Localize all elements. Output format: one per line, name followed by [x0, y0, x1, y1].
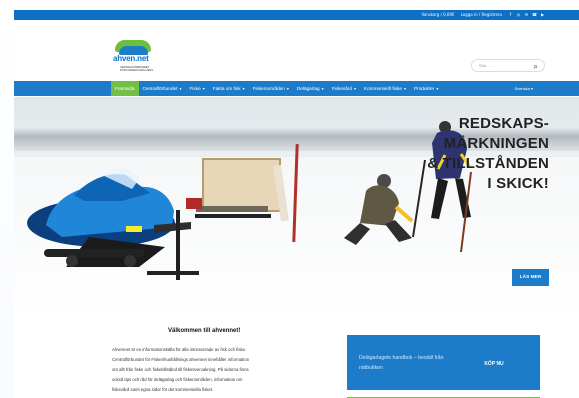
- chevron-down-icon: ▾: [286, 86, 289, 91]
- intro-line-4: också tips och råd för delägarlag och fi…: [112, 377, 243, 382]
- nav-item-label: Fakta om fisk: [212, 86, 241, 91]
- phone-icon[interactable]: ☎: [532, 12, 537, 17]
- nav-item-label: Kommersiellt fiske: [363, 86, 402, 91]
- nav-item-label: Delägarlag: [296, 86, 320, 91]
- nav-item-fakta-om-fisk[interactable]: Fakta om fisk ▾: [209, 81, 249, 96]
- instagram-icon[interactable]: ◎: [516, 12, 521, 17]
- language-selector[interactable]: Svenska ▾: [515, 86, 533, 91]
- nav-item-label: Fiskevård: [331, 86, 352, 91]
- nav-item-label: Fiske: [189, 86, 201, 91]
- nav-item-fiskeriområden[interactable]: Fiskeriområden ▾: [249, 81, 293, 96]
- account-link[interactable]: Logga in / Registrera: [461, 12, 502, 17]
- nav-items: Framsida Centralförbundet ▾ Fiske ▾ Fakta om …: [111, 81, 442, 96]
- hero-headline: REDSKAPS- MÄRKNINGEN & TILLSTÅNDEN I SKI…: [417, 114, 549, 194]
- fisherman-kneeling: [344, 174, 414, 245]
- facebook-icon[interactable]: f: [508, 12, 513, 17]
- nav-item-fiskevård[interactable]: Fiskevård ▾: [328, 81, 360, 96]
- nav-item-label: Centralförbundet: [142, 86, 178, 91]
- intro-line-3: om allt från fiske och fiskeitillstånd t…: [112, 367, 249, 372]
- intro-line-5: fiskevård samt egna sidor för det kommer…: [112, 387, 214, 392]
- search-icon[interactable]: ⌕: [534, 61, 538, 72]
- promo-box: Delägarlagets handbok – beställ från nät…: [347, 335, 540, 390]
- hero-headline-line-2: MÄRKNINGEN: [443, 135, 549, 152]
- welcome-title: Välkommen till ahvennet!: [168, 328, 241, 334]
- intro-text: Ahvennet är en informationskälla för all…: [112, 345, 314, 395]
- nav-item-label: Produkter: [414, 86, 435, 91]
- nav-item-delägarlag[interactable]: Delägarlag ▾: [293, 81, 328, 96]
- top-bar: Varukorg / 0,00€ Logga in / Registrera f…: [14, 10, 579, 20]
- intro-line-2: Centralförbundet för Fiskerihushållnings…: [112, 357, 250, 362]
- cart-link[interactable]: Varukorg / 0,00€: [421, 12, 454, 17]
- site-header: ahven.net CENTRALFÖRBUNDET FÖR FISKEHUSH…: [14, 20, 579, 81]
- hero-headline-line-3: & TILLSTÅNDEN: [427, 155, 549, 172]
- social-links: f ◎ ✉ ☎ ▶: [508, 12, 545, 17]
- search-placeholder: Sök...: [479, 63, 490, 68]
- snowmobile-illustration: [27, 168, 199, 280]
- hero-headline-line-4: I SKICK!: [487, 175, 549, 192]
- chevron-down-icon: ▾: [353, 86, 356, 91]
- chevron-down-icon: ▾: [202, 86, 205, 91]
- hero-headline-line-1: REDSKAPS-: [458, 115, 549, 132]
- youtube-icon[interactable]: ▶: [540, 12, 545, 17]
- nav-item-kommersiellt-fiske[interactable]: Kommersiellt fiske ▾: [360, 81, 410, 96]
- website-frame: Varukorg / 0,00€ Logga in / Registrera f…: [14, 10, 579, 398]
- promo-text: Delägarlagets handbok – beställ från nät…: [359, 355, 444, 371]
- nav-item-produkter[interactable]: Produkter ▾: [410, 81, 442, 96]
- read-more-button[interactable]: LÄS MER: [512, 269, 549, 286]
- nav-item-centralförbundet[interactable]: Centralförbundet ▾: [139, 81, 186, 96]
- hero-banner: REDSKAPS- MÄRKNINGEN & TILLSTÅNDEN I SKI…: [14, 97, 579, 309]
- intro-line-1: Ahvennet är en informationskälla för all…: [112, 347, 247, 352]
- main-navigation: Framsida Centralförbundet ▾ Fiske ▾ Fakta om …: [14, 81, 579, 96]
- page: Varukorg / 0,00€ Logga in / Registrera f…: [0, 0, 579, 398]
- nav-item-label: Framsida: [115, 86, 135, 91]
- chevron-down-icon: ▾: [179, 86, 182, 91]
- buy-now-button[interactable]: KÖP NU: [471, 355, 517, 373]
- chevron-down-icon: ▾: [436, 86, 439, 91]
- site-logo[interactable]: ahven.net CENTRALFÖRBUNDET FÖR FISKEHUSH…: [113, 36, 155, 74]
- nav-item-fiske[interactable]: Fiske ▾: [185, 81, 208, 96]
- mail-icon[interactable]: ✉: [524, 12, 529, 17]
- search-input[interactable]: Sök... ⌕: [471, 59, 545, 72]
- chevron-down-icon: ▾: [321, 86, 324, 91]
- logo-subtitle-line-2: FÖR FISKEHUSHÅLLNING: [120, 69, 154, 72]
- top-bar-right: Varukorg / 0,00€ Logga in / Registrera f…: [421, 12, 545, 17]
- nav-item-framsida[interactable]: Framsida: [111, 81, 139, 96]
- chevron-down-icon: ▾: [403, 86, 406, 91]
- chevron-down-icon: ▾: [242, 86, 245, 91]
- nav-item-label: Fiskeriområden: [252, 86, 285, 91]
- sled-illustration: [186, 143, 299, 243]
- logo-name: ahven.net: [113, 54, 149, 63]
